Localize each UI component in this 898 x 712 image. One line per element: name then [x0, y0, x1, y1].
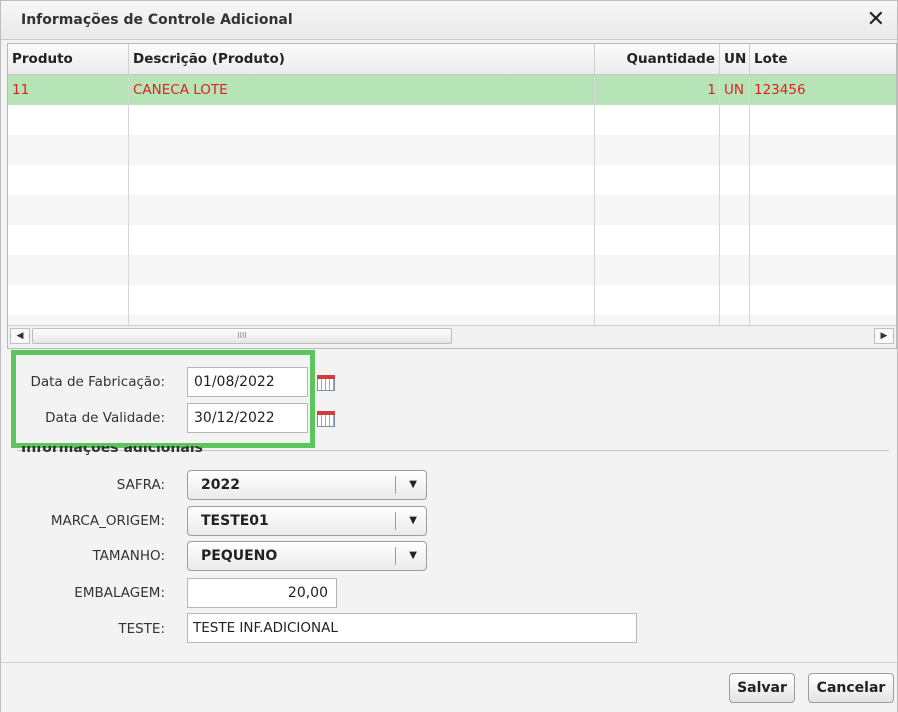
empty-row [8, 165, 896, 195]
cell-descricao: CANECA LOTE [133, 82, 228, 98]
marca-origem-select[interactable]: TESTE01 ▼ [187, 506, 427, 536]
tamanho-label: TAMANHO: [92, 548, 165, 564]
marca-origem-value: TESTE01 [201, 513, 269, 529]
select-divider [395, 512, 396, 530]
teste-label: TESTE: [118, 621, 165, 637]
cell-quantidade: 1 [707, 82, 716, 98]
products-grid: Produto Descrição (Produto) Quantidade U… [7, 43, 897, 349]
dialog-titlebar: Informações de Controle Adicional ✕ [1, 1, 897, 40]
expiration-date-input[interactable]: 30/12/2022 [187, 403, 308, 433]
empty-row [8, 255, 896, 285]
scroll-left-icon[interactable]: ◀ [10, 328, 30, 344]
teste-input[interactable]: TESTE INF.ADICIONAL [187, 613, 637, 643]
dialog-footer: Salvar Cancelar [1, 662, 897, 712]
expiration-date-label: Data de Validade: [45, 410, 165, 426]
cell-un: UN [724, 82, 744, 98]
select-divider [395, 547, 396, 565]
grid-header: Produto Descrição (Produto) Quantidade U… [8, 44, 896, 75]
column-divider [128, 75, 129, 348]
table-row[interactable]: 11 CANECA LOTE 1 UN 123456 [8, 75, 896, 105]
dialog-title: Informações de Controle Adicional [21, 12, 293, 28]
embalagem-label: EMBALAGEM: [74, 585, 165, 601]
cancel-button[interactable]: Cancelar [808, 673, 894, 703]
chevron-down-icon[interactable]: ▼ [409, 507, 417, 535]
scroll-thumb[interactable]: IIII [32, 328, 452, 344]
safra-value: 2022 [201, 477, 240, 493]
empty-row [8, 105, 896, 135]
close-icon[interactable]: ✕ [867, 7, 885, 33]
marca-origem-label: MARCA_ORIGEM: [50, 513, 165, 529]
control-info-dialog: Informações de Controle Adicional ✕ Prod… [0, 0, 898, 712]
horizontal-scrollbar[interactable]: ◀ IIII ▶ [8, 325, 896, 348]
calendar-icon[interactable] [317, 375, 335, 391]
date-fields-highlight [11, 350, 315, 448]
chevron-down-icon[interactable]: ▼ [409, 542, 417, 570]
tamanho-select[interactable]: PEQUENO ▼ [187, 541, 427, 571]
tamanho-value: PEQUENO [201, 548, 278, 564]
column-header-quantidade[interactable]: Quantidade [595, 44, 720, 74]
calendar-icon[interactable] [317, 411, 335, 427]
empty-row [8, 225, 896, 255]
scroll-right-icon[interactable]: ▶ [874, 328, 894, 344]
column-divider [749, 75, 750, 348]
column-divider [719, 75, 720, 348]
column-header-produto[interactable]: Produto [8, 44, 129, 74]
column-header-un[interactable]: UN [720, 44, 750, 74]
chevron-down-icon[interactable]: ▼ [409, 471, 417, 499]
empty-row [8, 285, 896, 315]
save-button[interactable]: Salvar [729, 673, 795, 703]
empty-row [8, 135, 896, 165]
column-header-lote[interactable]: Lote [750, 44, 896, 74]
column-header-descricao[interactable]: Descrição (Produto) [129, 44, 595, 74]
select-divider [395, 476, 396, 494]
cell-lote: 123456 [754, 82, 806, 98]
embalagem-input[interactable]: 20,00 [187, 578, 337, 608]
cell-produto: 11 [12, 82, 30, 98]
safra-select[interactable]: 2022 ▼ [187, 470, 427, 500]
column-divider [594, 75, 595, 348]
safra-label: SAFRA: [116, 477, 165, 493]
fabrication-date-label: Data de Fabricação: [30, 374, 165, 390]
fabrication-date-input[interactable]: 01/08/2022 [187, 367, 308, 397]
empty-row [8, 195, 896, 225]
